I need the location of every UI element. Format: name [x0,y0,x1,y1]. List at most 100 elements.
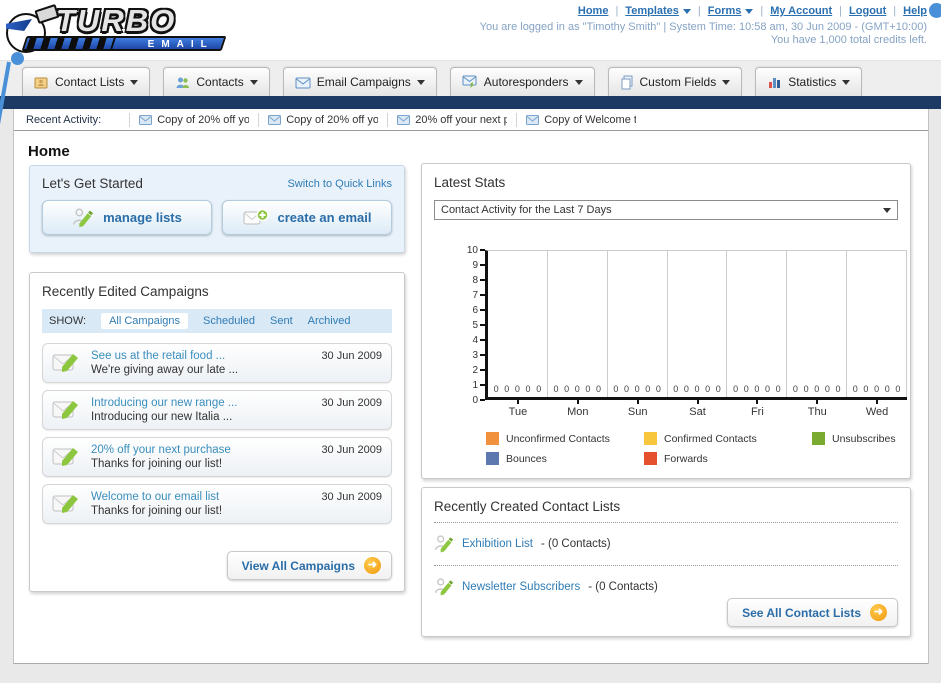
campaign-date: 30 Jun 2009 [321,491,382,503]
see-all-contact-lists-button[interactable]: See All Contact Lists ➜ [727,598,898,627]
y-axis-tick: 9 [472,259,485,271]
data-value-label: 0 [792,384,798,394]
campaign-date: 30 Jun 2009 [321,397,382,409]
contact-list-link[interactable]: Newsletter Subscribers [462,581,580,593]
chart-plot: 00000000000000000000000000000000000 [485,250,908,400]
header: TURBO EMAIL Home | Templates | Forms | My A… [0,0,941,60]
email-plus-icon [243,208,269,224]
tab-autoresponders[interactable]: Autoresponders [449,67,595,96]
tab-contact-lists[interactable]: Contact Lists [22,67,151,96]
tab-custom-fields[interactable]: Custom Fields [607,67,743,96]
recent-activity-item[interactable]: Copy of Welcome to [516,112,645,127]
campaign-title-link[interactable]: See us at the retail food ... [91,350,312,362]
nav-forms-link[interactable]: Forms [708,5,754,17]
tab-contacts[interactable]: Contacts [163,67,270,96]
nav-help-link[interactable]: Help [903,5,927,17]
chart-day-group: 00000 [847,251,908,397]
list-pencil-icon [435,578,454,596]
tab-email-campaigns[interactable]: Email Campaigns [282,67,437,96]
filter-all-campaigns[interactable]: All Campaigns [101,313,188,329]
chevron-down-icon [722,79,731,85]
chart-y-axis: 10 9 8 7 6 5 4 3 2 1 0 [452,245,485,406]
chart-x-labels: Tue Mon Sun Sat Fri Thu Wed [488,400,907,418]
statistics-icon [769,78,781,88]
campaign-row[interactable]: See us at the retail food ... We're givi… [42,343,392,383]
campaign-row[interactable]: Welcome to our email list Thanks for joi… [42,484,392,524]
envelope-icon [526,114,540,125]
x-axis-label: Fri [727,400,787,418]
tab-statistics[interactable]: Statistics [755,67,863,96]
chevron-down-icon [130,79,139,85]
data-value-label: 0 [596,384,602,394]
contact-list-row[interactable]: Exhibition List - (0 Contacts) [434,529,898,559]
nav-logout-link[interactable]: Logout [849,5,886,17]
data-value-label: 0 [514,384,520,394]
show-label: SHOW: [49,315,87,327]
get-started-title: Let's Get Started [42,176,143,191]
create-email-button[interactable]: create an email [222,200,392,235]
legend-swatch [812,432,825,445]
recent-activity-item[interactable]: Copy of 20% off yo [258,112,387,127]
data-value-label: 0 [536,384,542,394]
envelope-icon [268,114,282,125]
data-value-label: 0 [694,384,700,394]
nav-home-link[interactable]: Home [578,5,609,17]
recent-activity-item[interactable]: 20% off your next p [387,112,516,127]
recently-edited-campaigns-panel: Recently Edited Campaigns SHOW: All Camp… [29,272,405,592]
recent-activity-item[interactable]: Copy of 20% off yo [129,112,258,127]
corner-dot-icon [929,3,941,18]
legend-item: Unsubscribes [812,432,898,445]
legend-item: Forwards [644,452,812,465]
top-nav: Home | Templates | Forms | My Account | Logo… [578,5,927,17]
campaign-title-link[interactable]: Welcome to our email list [91,491,312,503]
x-axis-label: Sun [608,400,668,418]
campaign-title-link[interactable]: 20% off your next purchase [91,444,312,456]
chart-day-group: 00000 [548,251,608,397]
x-axis-label: Tue [488,400,548,418]
chevron-down-icon [249,79,258,85]
view-all-campaigns-button[interactable]: View All Campaigns ➜ [226,551,392,580]
dotted-divider [434,565,898,566]
main-tab-bar: Contact Lists Contacts Email Campaigns A… [0,60,941,96]
list-pencil-icon [435,535,454,553]
nav-separator: | [760,5,764,17]
campaign-list: See us at the retail food ... We're givi… [42,343,392,524]
contact-list-count: - (0 Contacts) [588,581,658,593]
filter-sent[interactable]: Sent [270,315,293,327]
credits-status: You have 1,000 total credits left. [770,34,927,46]
campaign-row[interactable]: Introducing our new range ... Introducin… [42,390,392,430]
data-value-label: 0 [493,384,499,394]
campaign-date: 30 Jun 2009 [321,350,382,362]
chart-day-group: 00000 [727,251,788,397]
data-value-label: 0 [743,384,749,394]
latest-stats-panel: Latest Stats Contact Activity for the La… [421,163,911,479]
legend-swatch [644,452,657,465]
data-value-label: 0 [863,384,869,394]
page-title: Home [28,143,70,160]
campaign-desc: We're giving away our late ... [91,364,239,376]
data-value-label: 0 [634,384,640,394]
y-axis-tick: 4 [472,334,485,346]
contact-activity-chart: 10 9 8 7 6 5 4 3 2 1 0 000000000000000000000000000… [452,245,908,418]
contact-list-link[interactable]: Exhibition List [462,538,533,550]
stats-period-select[interactable]: Contact Activity for the Last 7 Days [434,200,898,220]
campaign-row[interactable]: 20% off your next purchase Thanks for jo… [42,437,392,477]
chart-day-group: 00000 [668,251,728,397]
envelope-icon [139,114,153,125]
campaign-title-link[interactable]: Introducing our new range ... [91,397,312,409]
y-axis-tick: 5 [472,319,485,331]
filter-scheduled[interactable]: Scheduled [203,315,255,327]
filter-archived[interactable]: Archived [308,315,351,327]
nav-templates-link[interactable]: Templates [625,5,691,17]
manage-lists-button[interactable]: manage lists [42,200,212,235]
turbo-email-logo: TURBO EMAIL [6,3,236,55]
email-pencil-icon [52,401,78,419]
get-started-panel: Let's Get Started Switch to Quick Links … [29,165,405,253]
chart-day-group: 00000 [608,251,668,397]
switch-quick-links-link[interactable]: Switch to Quick Links [287,178,392,190]
data-value-label: 0 [683,384,689,394]
legend-swatch [644,432,657,445]
flame-icon [6,19,32,31]
autoresponders-icon [462,75,477,88]
nav-my-account-link[interactable]: My Account [770,5,832,17]
